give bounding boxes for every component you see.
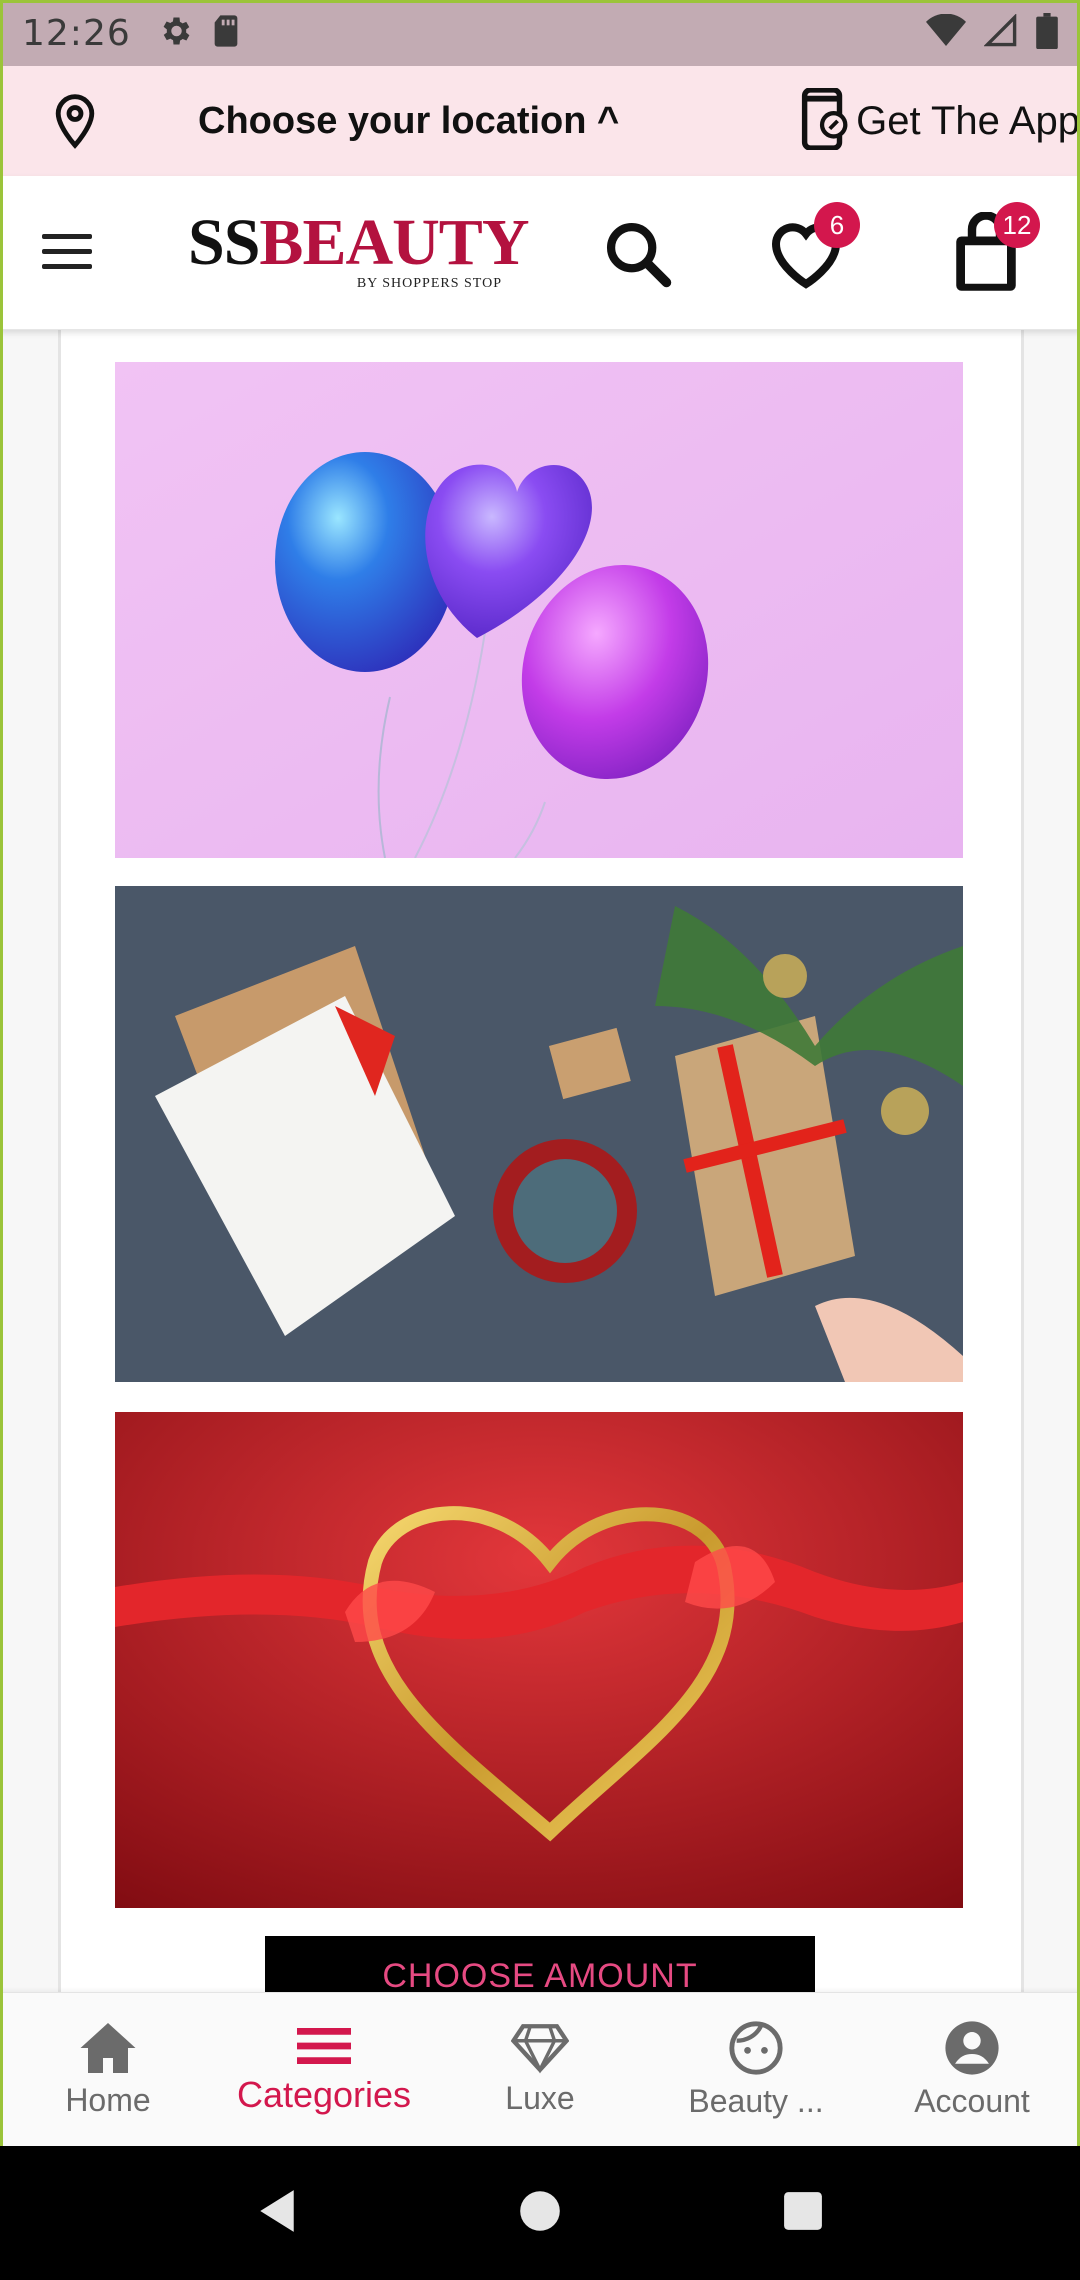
cell-signal-icon — [983, 13, 1018, 52]
location-bar: Choose your location ^ Get The App — [0, 66, 1080, 176]
nav-luxe-label: Luxe — [505, 2080, 575, 2116]
gift-card-design-balloons[interactable] — [115, 362, 963, 858]
red-heart-ribbon-image — [115, 1412, 963, 1908]
phone-app-icon — [800, 87, 848, 154]
bottom-navigation: Home Categories Luxe Beauty ... Account — [0, 1992, 1080, 2146]
menu-icon — [297, 2027, 351, 2064]
nav-categories-label: Categories — [236, 2073, 412, 2115]
search-icon[interactable] — [600, 216, 676, 296]
gift-card-design-heart[interactable] — [115, 1412, 963, 1908]
get-the-app-label: Get The App — [856, 98, 1080, 143]
cart-badge: 12 — [994, 202, 1040, 248]
wishlist-button[interactable]: 6 — [766, 202, 860, 296]
face-icon — [729, 2021, 783, 2075]
nav-home-label: Home — [65, 2082, 151, 2118]
system-navigation-bar — [0, 2146, 1080, 2280]
balloons-image — [115, 362, 963, 858]
nav-beauty[interactable]: Beauty ... — [648, 1993, 864, 2146]
back-icon[interactable] — [256, 2188, 298, 2238]
status-bar: 12:26 — [0, 0, 1080, 66]
diamond-icon — [511, 2024, 569, 2074]
location-pin-icon[interactable] — [30, 66, 120, 176]
nav-home[interactable]: Home — [0, 1993, 216, 2146]
logo-prefix: SS — [188, 206, 260, 279]
app-header: SSBEAUTY BY SHOPPERS STOP 6 12 — [0, 176, 1080, 330]
nav-account-label: Account — [914, 2083, 1030, 2119]
home-circle-icon[interactable] — [518, 2189, 562, 2237]
logo-main: BEAUTY — [259, 206, 529, 279]
home-icon — [80, 2023, 136, 2073]
nav-account[interactable]: Account — [864, 1993, 1080, 2146]
hamburger-menu-icon[interactable] — [42, 221, 102, 281]
get-the-app-button[interactable]: Get The App — [800, 87, 1080, 154]
ssbeauty-logo[interactable]: SSBEAUTY BY SHOPPERS STOP — [188, 210, 529, 300]
gift-card-design-christmas[interactable] — [115, 886, 963, 1382]
cart-button[interactable]: 12 — [950, 202, 1040, 300]
wifi-icon — [926, 13, 966, 52]
nav-luxe[interactable]: Luxe — [432, 1993, 648, 2146]
battery-icon — [1036, 13, 1058, 53]
wishlist-badge: 6 — [814, 202, 860, 248]
sd-card-icon — [211, 14, 241, 52]
nav-categories[interactable]: Categories — [216, 1993, 432, 2146]
choose-amount-button[interactable]: CHOOSE AMOUNT — [265, 1936, 815, 1992]
nav-beauty-label: Beauty ... — [688, 2083, 824, 2119]
account-icon — [945, 2021, 999, 2075]
logo-subtitle: BY SHOPPERS STOP — [356, 276, 502, 291]
main-content: CHOOSE AMOUNT — [0, 330, 1080, 1992]
status-time: 12:26 — [22, 12, 131, 54]
settings-icon — [157, 13, 193, 53]
choose-location-link[interactable]: Choose your location ^ — [198, 100, 619, 143]
gift-notebook-image — [115, 886, 963, 1382]
recents-icon[interactable] — [782, 2190, 824, 2236]
